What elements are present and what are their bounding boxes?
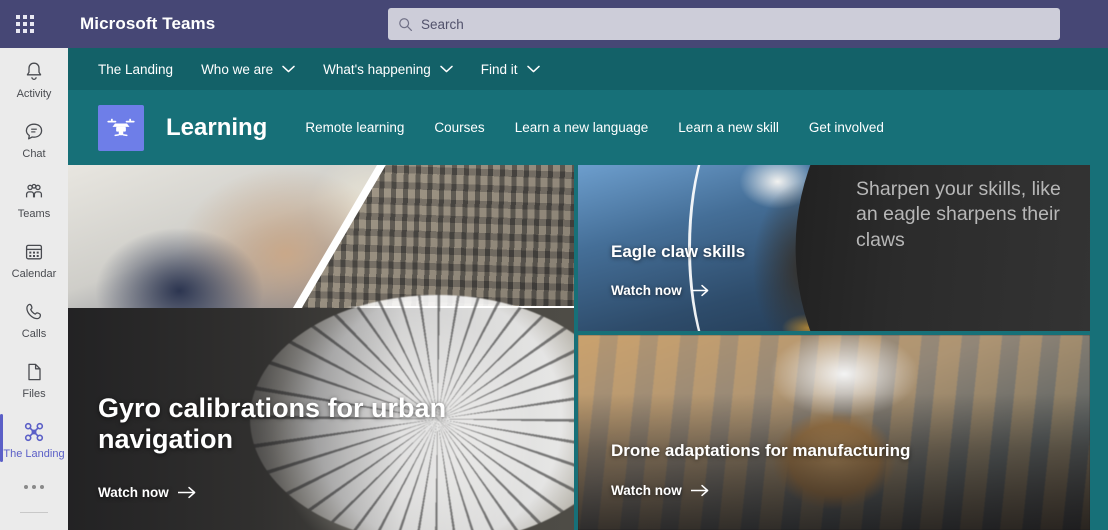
rail-divider — [20, 512, 48, 513]
site-top-navigation: The Landing Who we are What's happening … — [68, 48, 1108, 90]
drone-icon — [107, 118, 135, 136]
topnav-item-label: The Landing — [98, 61, 174, 77]
arrow-right-icon — [690, 484, 709, 497]
sidebar-item-the-landing[interactable]: The Landing — [0, 408, 68, 468]
eagle-quote-text: Sharpen your skills, like an eagle sharp… — [856, 178, 1061, 251]
teams-window: Microsoft Teams Search Activity Chat Tea… — [0, 0, 1108, 530]
more-horizontal-icon[interactable] — [0, 470, 68, 504]
site-logo — [98, 104, 144, 151]
hero-card-gyro-calibrations[interactable]: Gyro calibrations for urban navigation W… — [68, 165, 574, 530]
app-title: Microsoft Teams — [80, 14, 216, 33]
topnav-item-who-we-are[interactable]: Who we are — [201, 62, 295, 77]
arrow-right-icon — [690, 284, 709, 297]
watch-now-label: Watch now — [98, 485, 169, 500]
chevron-down-icon — [282, 65, 295, 73]
watch-now-label: Watch now — [611, 483, 682, 498]
watch-now-button[interactable]: Watch now — [611, 283, 710, 298]
site-sub-navigation: Remote learning Courses Learn a new lang… — [305, 120, 914, 135]
card-title: Drone adaptations for manufacturing — [611, 441, 911, 460]
people-icon — [25, 183, 43, 198]
topnav-item-the-landing[interactable]: The Landing — [98, 62, 173, 77]
chat-bubble-icon — [25, 123, 43, 140]
search-bar[interactable]: Search — [388, 8, 1060, 40]
search-placeholder: Search — [421, 16, 464, 32]
subnav-item-learn-a-new-skill[interactable]: Learn a new skill — [678, 120, 779, 135]
content-area: Gyro calibrations for urban navigation W… — [68, 165, 1108, 530]
watch-now-label: Watch now — [611, 283, 682, 298]
search-input[interactable]: Search — [388, 8, 1060, 40]
watch-now-button[interactable]: Watch now — [611, 483, 710, 498]
subnav-item-courses[interactable]: Courses — [434, 120, 484, 135]
search-icon — [399, 17, 413, 31]
site-header: Learning Remote learning Courses Learn a… — [68, 90, 1108, 165]
calendar-icon — [25, 244, 43, 260]
card-drone-adaptations[interactable]: Drone adaptations for manufacturing Watc… — [578, 335, 1090, 530]
topnav-item-label: Find it — [480, 61, 518, 77]
sidebar-item-label: The Landing — [3, 447, 65, 460]
sidebar-item-calls[interactable]: Calls — [0, 288, 68, 348]
card-eagle-claw-skills[interactable]: Sharpen your skills, like an eagle sharp… — [578, 165, 1090, 331]
sidebar-item-activity[interactable]: Activity — [0, 48, 68, 108]
phone-icon — [26, 303, 42, 320]
sidebar-item-chat[interactable]: Chat — [0, 108, 68, 168]
subnav-item-learn-a-new-language[interactable]: Learn a new language — [515, 120, 649, 135]
title-bar: Microsoft Teams Search — [0, 0, 1108, 48]
topnav-item-label: What's happening — [323, 61, 431, 77]
page-title: Learning — [166, 113, 268, 141]
chevron-down-icon — [440, 65, 453, 73]
subnav-item-remote-learning[interactable]: Remote learning — [305, 120, 404, 135]
card-title: Gyro calibrations for urban navigation — [98, 393, 447, 455]
sidebar-item-label: Chat — [22, 147, 46, 160]
sidebar-item-label: Teams — [17, 207, 51, 220]
card-title: Eagle claw skills — [611, 242, 746, 261]
app-launcher-waffle-icon[interactable] — [8, 0, 42, 48]
sidebar-item-calendar[interactable]: Calendar — [0, 228, 68, 288]
chevron-down-icon — [526, 65, 540, 73]
sidebar-item-teams[interactable]: Teams — [0, 168, 68, 228]
sidebar-item-files[interactable]: Files — [0, 348, 68, 408]
sidebar-item-label: Files — [22, 387, 46, 400]
sidebar-item-label: Activity — [16, 87, 52, 100]
bell-icon — [26, 62, 42, 80]
topnav-item-label: Who we are — [201, 61, 274, 77]
drone-image-overlay — [578, 335, 1090, 530]
sidebar-item-label: Calls — [21, 327, 47, 340]
topnav-item-whats-happening[interactable]: What's happening — [323, 62, 453, 77]
subnav-item-get-involved[interactable]: Get involved — [809, 120, 884, 135]
arrow-right-icon — [177, 486, 196, 499]
sidebar-item-label: Calendar — [11, 267, 57, 280]
topnav-item-find-it[interactable]: Find it — [481, 62, 540, 77]
apps-grid-icon[interactable] — [0, 519, 68, 530]
watch-now-button[interactable]: Watch now — [98, 485, 197, 500]
left-rail: Activity Chat Teams Calendar Calls Files… — [0, 48, 68, 530]
drone-icon — [24, 422, 44, 442]
file-icon — [28, 363, 41, 381]
